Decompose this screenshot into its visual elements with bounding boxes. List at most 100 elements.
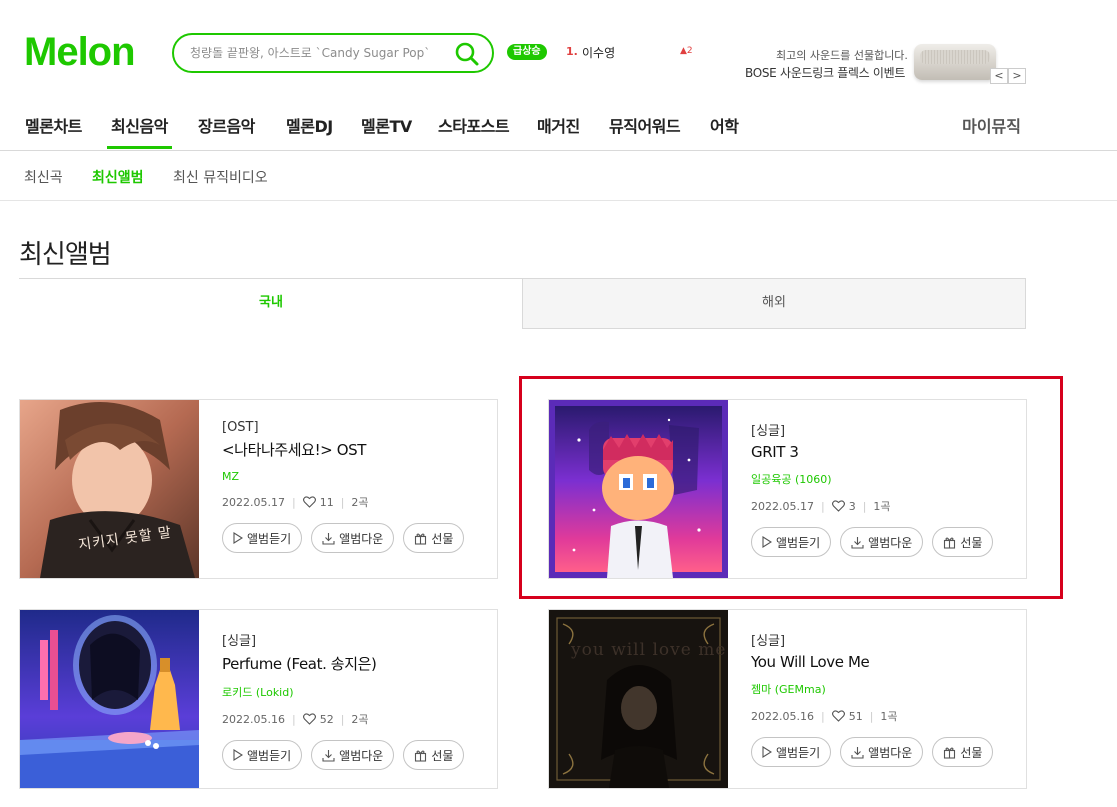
album-listen-button[interactable]: 앨범듣기 xyxy=(751,527,832,557)
ad-text-line2[interactable]: BOSE 사운드링크 플렉스 이벤트 xyxy=(745,64,905,81)
album-artist[interactable]: MZ xyxy=(222,470,489,483)
speaker-ad-image[interactable] xyxy=(914,44,996,80)
album-card: [싱글] GRIT 3 일공육공 (1060) 2022.05.17 | 3 |… xyxy=(548,399,1027,579)
heart-icon xyxy=(302,713,316,725)
play-icon xyxy=(762,746,772,758)
subnav-item-new-songs[interactable]: 최신곡 xyxy=(24,167,63,187)
album-artist[interactable]: 로키드 (Lokid) xyxy=(222,684,489,700)
gift-icon xyxy=(944,537,956,549)
album-info: [싱글] GRIT 3 일공육공 (1060) 2022.05.17 | 3 |… xyxy=(751,420,1018,557)
like-button[interactable]: 51 xyxy=(831,709,863,723)
album-artist[interactable]: 일공육공 (1060) xyxy=(751,471,1018,487)
search-icon[interactable] xyxy=(454,41,480,67)
album-cover[interactable] xyxy=(549,400,728,578)
like-button[interactable]: 11 xyxy=(302,496,334,509)
album-info: [싱글] Perfume (Feat. 송지은) 로키드 (Lokid) 202… xyxy=(222,630,489,770)
nav-item-language[interactable]: 어학 xyxy=(710,113,739,137)
album-gift-button[interactable]: 선물 xyxy=(932,527,994,557)
nav-item-music-award[interactable]: 뮤직어워드 xyxy=(609,113,681,137)
album-artist[interactable]: 젬마 (GEMma) xyxy=(751,681,1018,697)
tab-domestic[interactable]: 국내 xyxy=(19,278,523,329)
download-icon xyxy=(322,532,335,545)
meta-divider: | xyxy=(340,495,345,509)
album-type: [OST] xyxy=(222,420,259,435)
gift-icon xyxy=(415,533,427,545)
album-cover[interactable] xyxy=(20,610,199,788)
play-icon xyxy=(233,532,243,544)
album-gift-button[interactable]: 선물 xyxy=(403,523,465,553)
like-count: 51 xyxy=(848,709,863,723)
nav-item-mymusic[interactable]: 마이뮤직 xyxy=(962,113,1021,137)
melon-logo[interactable]: Melon xyxy=(24,30,136,74)
album-download-button[interactable]: 앨범다운 xyxy=(311,740,395,770)
album-meta: 2022.05.16 | 52 | 2곡 xyxy=(222,712,489,727)
rank-up-icon: ▲ xyxy=(680,46,687,56)
nav-item-chart[interactable]: 멜론차트 xyxy=(25,113,82,137)
album-actions: 앨범듣기 앨범다운 선물 xyxy=(222,523,489,553)
nav-item-magazine[interactable]: 매거진 xyxy=(537,113,580,137)
gift-label: 선물 xyxy=(960,745,983,760)
download-icon xyxy=(851,536,864,549)
download-label: 앨범다운 xyxy=(339,531,384,546)
download-label: 앨범다운 xyxy=(339,748,384,763)
search-input[interactable] xyxy=(190,43,446,63)
album-download-button[interactable]: 앨범다운 xyxy=(840,527,924,557)
album-date: 2022.05.17 xyxy=(222,495,285,509)
album-title[interactable]: <나타나주세요!> OST xyxy=(222,439,489,460)
album-gift-button[interactable]: 선물 xyxy=(932,737,994,767)
region-tabs: 국내 해외 xyxy=(19,278,1027,329)
meta-divider: | xyxy=(862,499,867,513)
meta-divider: | xyxy=(869,709,874,723)
album-meta: 2022.05.17 | 3 | 1곡 xyxy=(751,499,1018,514)
search-box xyxy=(172,33,494,73)
album-title[interactable]: You Will Love Me xyxy=(751,653,1018,671)
album-info: [OST] <나타나주세요!> OST MZ 2022.05.17 | 11 |… xyxy=(222,420,489,553)
album-type: [싱글] xyxy=(751,634,786,649)
album-cover[interactable]: 지키지 못할 말 xyxy=(20,400,199,578)
gift-icon xyxy=(944,747,956,759)
like-button[interactable]: 3 xyxy=(831,500,856,513)
album-title[interactable]: Perfume (Feat. 송지은) xyxy=(222,653,489,674)
album-listen-button[interactable]: 앨범듣기 xyxy=(222,523,303,553)
page-title: 최신앨범 xyxy=(19,240,112,270)
nav-item-tv[interactable]: 멜론TV xyxy=(361,113,412,137)
subnav-item-new-albums[interactable]: 최신앨범 xyxy=(92,167,144,187)
album-download-button[interactable]: 앨범다운 xyxy=(840,737,924,767)
heart-icon xyxy=(831,500,845,512)
album-listen-button[interactable]: 앨범듣기 xyxy=(222,740,303,770)
realtime-rank-keyword[interactable]: 이수영 xyxy=(582,44,615,61)
album-cover[interactable]: you will love me xyxy=(549,610,728,788)
listen-label: 앨범듣기 xyxy=(247,748,292,763)
track-count: 1곡 xyxy=(873,500,891,513)
gift-label: 선물 xyxy=(431,531,454,546)
meta-divider: | xyxy=(820,709,825,723)
ad-next-button[interactable]: > xyxy=(1008,68,1026,84)
track-count: 1곡 xyxy=(880,710,898,723)
tab-overseas[interactable]: 해외 xyxy=(522,278,1026,329)
album-listen-button[interactable]: 앨범듣기 xyxy=(751,737,832,767)
ad-prev-button[interactable]: < xyxy=(990,68,1008,84)
like-button[interactable]: 52 xyxy=(302,713,334,726)
meta-divider: | xyxy=(291,712,296,726)
album-download-button[interactable]: 앨범다운 xyxy=(311,523,395,553)
logo-text: Melon xyxy=(24,30,136,74)
album-meta: 2022.05.17 | 11 | 2곡 xyxy=(222,495,489,510)
album-actions: 앨범듣기 앨범다운 선물 xyxy=(222,740,489,770)
play-icon xyxy=(762,536,772,548)
sub-nav: 최신곡 최신앨범 최신 뮤직비디오 xyxy=(0,152,1117,201)
nav-item-new-music[interactable]: 최신음악 xyxy=(107,113,172,149)
listen-label: 앨범듣기 xyxy=(776,535,821,550)
listen-label: 앨범듣기 xyxy=(776,745,821,760)
album-date: 2022.05.17 xyxy=(751,499,814,513)
nav-item-dj[interactable]: 멜론DJ xyxy=(286,113,333,137)
ad-nav: < > xyxy=(990,68,1026,84)
rank-change: ▲2 xyxy=(680,46,693,56)
nav-item-genre[interactable]: 장르음악 xyxy=(198,113,255,137)
album-gift-button[interactable]: 선물 xyxy=(403,740,465,770)
ad-text-line1[interactable]: 최고의 사운드를 선물합니다. xyxy=(776,47,908,63)
nav-item-starpost[interactable]: 스타포스트 xyxy=(438,113,510,137)
album-meta: 2022.05.16 | 51 | 1곡 xyxy=(751,709,1018,724)
album-actions: 앨범듣기 앨범다운 선물 xyxy=(751,527,1018,557)
subnav-item-new-mv[interactable]: 최신 뮤직비디오 xyxy=(173,167,268,187)
album-title[interactable]: GRIT 3 xyxy=(751,443,1018,461)
